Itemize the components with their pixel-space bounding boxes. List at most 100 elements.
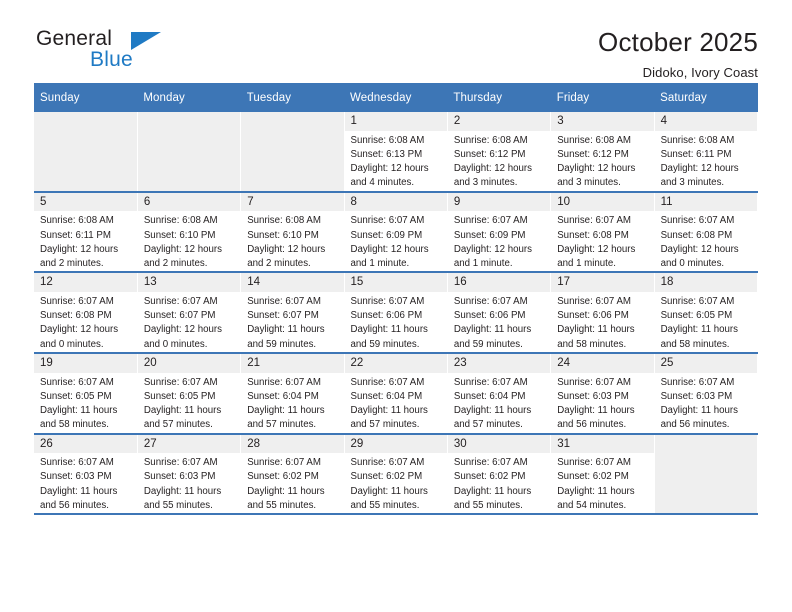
calendar-day-cell[interactable]: 16 Sunrise: 6:07 AM Sunset: 6:06 PM Dayligh… bbox=[447, 272, 552, 354]
calendar-cell-inner bbox=[34, 112, 137, 191]
daylight-text-line2: and 0 minutes. bbox=[660, 258, 725, 270]
daylight-text-line1: Daylight: 12 hours bbox=[350, 243, 429, 255]
sunset-text: Sunset: 6:10 PM bbox=[143, 229, 216, 241]
daylight-text-line1: Daylight: 12 hours bbox=[453, 243, 532, 255]
calendar-cell-inner: 23 Sunrise: 6:07 AM Sunset: 6:04 PM Dayligh… bbox=[447, 353, 551, 433]
daylight-text-line2: and 55 minutes. bbox=[453, 499, 523, 511]
calendar-cell-inner: 10 Sunrise: 6:07 AM Sunset: 6:08 PM Dayligh… bbox=[551, 192, 654, 272]
sunrise-text: Sunrise: 6:07 AM bbox=[247, 376, 321, 388]
calendar-day-cell[interactable]: 9 Sunrise: 6:07 AM Sunset: 6:09 PM Daylight… bbox=[447, 191, 552, 274]
calendar-day-cell[interactable]: 21 Sunrise: 6:07 AM Sunset: 6:04 PM Dayligh… bbox=[240, 352, 345, 435]
daylight-text-line2: and 3 minutes. bbox=[660, 177, 725, 189]
calendar-day-cell[interactable]: 20 Sunrise: 6:07 AM Sunset: 6:05 PM Dayligh… bbox=[137, 352, 242, 435]
daylight-text-line1: Daylight: 11 hours bbox=[247, 485, 325, 497]
day-number: 9 bbox=[447, 192, 551, 212]
calendar-cell-inner: 29 Sunrise: 6:07 AM Sunset: 6:02 PM Dayligh… bbox=[344, 434, 447, 514]
day-details: Sunrise: 6:08 AM Sunset: 6:12 PM Daylight:… bbox=[551, 131, 653, 191]
calendar-day-cell[interactable]: 26 Sunrise: 6:07 AM Sunset: 6:03 PM Dayligh… bbox=[34, 433, 138, 516]
calendar-cell-inner: 20 Sunrise: 6:07 AM Sunset: 6:05 PM Dayligh… bbox=[137, 353, 241, 433]
calendar-day-cell[interactable]: 25 Sunrise: 6:07 AM Sunset: 6:03 PM Dayligh… bbox=[654, 352, 759, 435]
sunrise-text: Sunrise: 6:08 AM bbox=[143, 215, 218, 227]
daylight-text-line1: Daylight: 12 hours bbox=[143, 243, 222, 255]
day-number: 30 bbox=[447, 434, 551, 454]
calendar-day-cell[interactable]: 4 Sunrise: 6:08 AM Sunset: 6:11 PM Daylight… bbox=[654, 112, 759, 193]
day-number: 20 bbox=[137, 353, 241, 373]
daylight-text-line2: and 54 minutes. bbox=[557, 499, 627, 511]
daylight-text-line2: and 56 minutes. bbox=[40, 499, 109, 511]
day-details: Sunrise: 6:07 AM Sunset: 6:03 PM Daylight:… bbox=[655, 373, 757, 433]
day-number: 8 bbox=[344, 192, 447, 212]
calendar-day-cell[interactable]: 28 Sunrise: 6:07 AM Sunset: 6:02 PM Dayligh… bbox=[240, 433, 345, 516]
calendar-day-cell[interactable]: 10 Sunrise: 6:07 AM Sunset: 6:08 PM Dayligh… bbox=[550, 191, 655, 274]
sunset-text: Sunset: 6:07 PM bbox=[143, 310, 216, 322]
calendar-day-cell[interactable]: 30 Sunrise: 6:07 AM Sunset: 6:02 PM Dayligh… bbox=[447, 433, 552, 516]
calendar-cell-inner: 3 Sunrise: 6:08 AM Sunset: 6:12 PM Daylight… bbox=[551, 112, 654, 191]
day-details: Sunrise: 6:07 AM Sunset: 6:07 PM Daylight:… bbox=[241, 292, 343, 352]
calendar-day-cell[interactable]: 22 Sunrise: 6:07 AM Sunset: 6:04 PM Dayligh… bbox=[344, 352, 448, 435]
sunset-text: Sunset: 6:05 PM bbox=[40, 390, 112, 402]
sunset-text: Sunset: 6:04 PM bbox=[350, 390, 423, 402]
daylight-text-line1: Daylight: 11 hours bbox=[453, 405, 532, 417]
calendar-day-cell[interactable]: 5 Sunrise: 6:08 AM Sunset: 6:11 PM Daylight… bbox=[34, 191, 138, 274]
daylight-text-line2: and 3 minutes. bbox=[453, 177, 518, 189]
calendar-day-cell[interactable]: 7 Sunrise: 6:08 AM Sunset: 6:10 PM Daylight… bbox=[240, 191, 345, 274]
daylight-text-line2: and 57 minutes. bbox=[143, 419, 213, 431]
calendar-cell-inner: 19 Sunrise: 6:07 AM Sunset: 6:05 PM Dayligh… bbox=[34, 353, 137, 433]
daylight-text-line2: and 2 minutes. bbox=[40, 258, 104, 270]
calendar-cell-inner: 31 Sunrise: 6:07 AM Sunset: 6:02 PM Dayligh… bbox=[551, 434, 654, 514]
sunrise-text: Sunrise: 6:07 AM bbox=[40, 457, 114, 469]
daylight-text-line2: and 55 minutes. bbox=[143, 499, 213, 511]
calendar-day-cell[interactable]: 1 Sunrise: 6:08 AM Sunset: 6:13 PM Daylight… bbox=[344, 112, 448, 193]
calendar-day-cell[interactable]: 12 Sunrise: 6:07 AM Sunset: 6:08 PM Dayligh… bbox=[34, 272, 138, 354]
calendar-day-cell[interactable]: 14 Sunrise: 6:07 AM Sunset: 6:07 PM Dayligh… bbox=[240, 272, 345, 354]
calendar-day-cell[interactable]: 24 Sunrise: 6:07 AM Sunset: 6:03 PM Dayligh… bbox=[550, 352, 655, 435]
calendar-cell-inner: 13 Sunrise: 6:07 AM Sunset: 6:07 PM Dayligh… bbox=[137, 273, 241, 352]
day-number: 10 bbox=[551, 192, 654, 212]
sunrise-text: Sunrise: 6:07 AM bbox=[557, 215, 631, 227]
sunset-text: Sunset: 6:08 PM bbox=[557, 229, 629, 241]
calendar-day-cell[interactable]: 27 Sunrise: 6:07 AM Sunset: 6:03 PM Dayligh… bbox=[137, 433, 242, 516]
calendar-cell-inner: 8 Sunrise: 6:07 AM Sunset: 6:09 PM Daylight… bbox=[344, 192, 447, 272]
calendar-day-cell[interactable]: 31 Sunrise: 6:07 AM Sunset: 6:02 PM Dayligh… bbox=[550, 433, 655, 516]
sunrise-text: Sunrise: 6:07 AM bbox=[143, 457, 218, 469]
day-details: Sunrise: 6:08 AM Sunset: 6:12 PM Daylight:… bbox=[448, 131, 550, 191]
daylight-text-line2: and 1 minute. bbox=[350, 258, 410, 270]
daylight-text-line1: Daylight: 11 hours bbox=[660, 405, 738, 417]
calendar-day-cell[interactable]: 8 Sunrise: 6:07 AM Sunset: 6:09 PM Daylight… bbox=[344, 191, 448, 274]
sunrise-text: Sunrise: 6:07 AM bbox=[247, 295, 321, 307]
calendar-day-cell[interactable]: 15 Sunrise: 6:07 AM Sunset: 6:06 PM Dayligh… bbox=[344, 272, 448, 354]
daylight-text-line2: and 56 minutes. bbox=[557, 419, 627, 431]
calendar-day-cell[interactable]: 11 Sunrise: 6:07 AM Sunset: 6:08 PM Dayligh… bbox=[654, 191, 759, 274]
daylight-text-line1: Daylight: 12 hours bbox=[557, 243, 636, 255]
sunset-text: Sunset: 6:09 PM bbox=[453, 229, 526, 241]
day-details: Sunrise: 6:07 AM Sunset: 6:06 PM Daylight:… bbox=[448, 292, 550, 352]
daylight-text-line2: and 2 minutes. bbox=[143, 258, 208, 270]
calendar-week-row: 5 Sunrise: 6:08 AM Sunset: 6:11 PM Daylight… bbox=[34, 191, 759, 274]
weekday-header-saturday: Saturday bbox=[654, 83, 758, 112]
weekday-header-thursday: Thursday bbox=[447, 83, 551, 112]
sunset-text: Sunset: 6:02 PM bbox=[557, 471, 629, 483]
calendar-week-row: 12 Sunrise: 6:07 AM Sunset: 6:08 PM Dayligh… bbox=[34, 272, 759, 354]
calendar-day-cell[interactable]: 2 Sunrise: 6:08 AM Sunset: 6:12 PM Daylight… bbox=[447, 112, 552, 193]
daylight-text-line1: Daylight: 12 hours bbox=[143, 324, 222, 336]
calendar-day-cell[interactable]: 18 Sunrise: 6:07 AM Sunset: 6:05 PM Dayligh… bbox=[654, 272, 759, 354]
calendar-day-cell[interactable]: 29 Sunrise: 6:07 AM Sunset: 6:02 PM Dayligh… bbox=[344, 433, 448, 516]
daylight-text-line1: Daylight: 12 hours bbox=[247, 243, 326, 255]
sunrise-text: Sunrise: 6:07 AM bbox=[350, 457, 425, 469]
day-details: Sunrise: 6:07 AM Sunset: 6:04 PM Daylight:… bbox=[345, 373, 447, 433]
calendar-day-cell[interactable]: 3 Sunrise: 6:08 AM Sunset: 6:12 PM Daylight… bbox=[550, 112, 655, 193]
sunrise-text: Sunrise: 6:08 AM bbox=[350, 134, 425, 146]
calendar-day-cell[interactable]: 23 Sunrise: 6:07 AM Sunset: 6:04 PM Dayligh… bbox=[447, 352, 552, 435]
calendar-day-cell[interactable]: 13 Sunrise: 6:07 AM Sunset: 6:07 PM Dayligh… bbox=[137, 272, 242, 354]
daylight-text-line2: and 2 minutes. bbox=[247, 258, 311, 270]
calendar-day-cell[interactable]: 17 Sunrise: 6:07 AM Sunset: 6:06 PM Dayligh… bbox=[550, 272, 655, 354]
calendar-day-cell[interactable]: 19 Sunrise: 6:07 AM Sunset: 6:05 PM Dayligh… bbox=[34, 352, 138, 435]
calendar-cell-inner: 1 Sunrise: 6:08 AM Sunset: 6:13 PM Daylight… bbox=[344, 112, 447, 191]
day-details: Sunrise: 6:07 AM Sunset: 6:02 PM Daylight:… bbox=[345, 453, 447, 513]
sunrise-text: Sunrise: 6:07 AM bbox=[453, 215, 528, 227]
calendar-day-cell[interactable]: 6 Sunrise: 6:08 AM Sunset: 6:10 PM Daylight… bbox=[137, 191, 242, 274]
title-block: October 2025 Didoko, Ivory Coast bbox=[598, 28, 758, 80]
sunset-text: Sunset: 6:03 PM bbox=[40, 471, 112, 483]
calendar-cell-inner: 26 Sunrise: 6:07 AM Sunset: 6:03 PM Dayligh… bbox=[34, 434, 137, 514]
sunset-text: Sunset: 6:03 PM bbox=[660, 390, 733, 402]
